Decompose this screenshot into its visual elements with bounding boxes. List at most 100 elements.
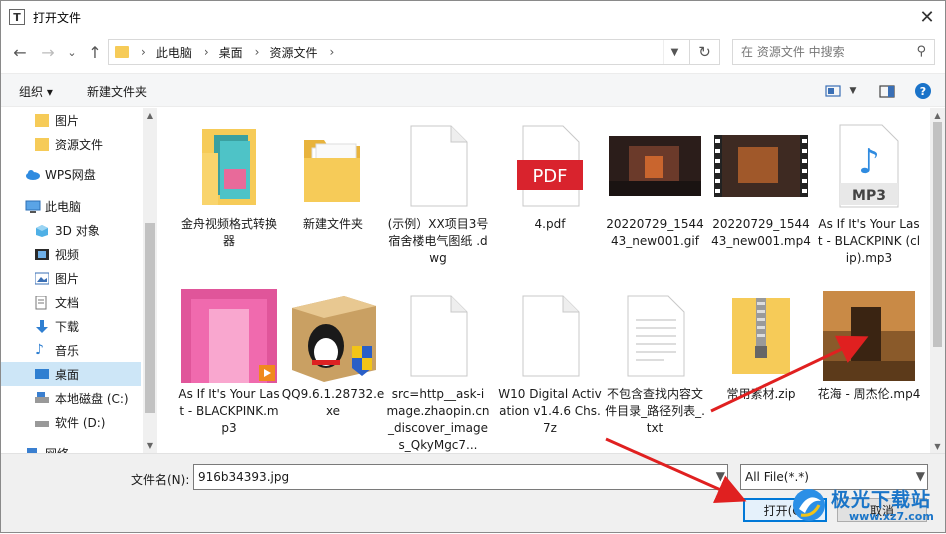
navigation-row: ← → ⌄ ↑ › 此电脑 › 桌面 › 资源文件 › ▼ ↻ ⚲ [1,35,945,69]
file-item[interactable]: 20220729_154443_new001.gif [603,116,707,256]
file-item[interactable]: 20220729_154443_new001.mp4 [709,116,813,256]
folder-icon [35,113,49,127]
qq-installer-icon [281,286,385,386]
sidebar-item-drive-d[interactable]: 软件 (D:) [1,410,141,434]
file-list-scrollbar[interactable]: ▲ ▼ [930,108,945,453]
app-icon: T [9,9,25,25]
chevron-right-icon: › [203,45,209,59]
file-item[interactable]: 不包含查找内容文件目录_路径列表_.txt [603,286,707,436]
back-button[interactable]: ← [9,40,31,64]
scroll-down-icon[interactable]: ▼ [930,439,945,453]
sidebar-item-label: 桌面 [55,367,80,382]
video-thumbnail [709,116,813,216]
image-thumbnail [177,286,281,386]
address-bar[interactable]: › 此电脑 › 桌面 › 资源文件 › ▼ ↻ [108,39,720,65]
scrollbar-thumb[interactable] [933,122,942,347]
file-item[interactable]: QQ9.6.1.28732.exe [281,286,385,426]
file-item[interactable]: 金舟视频格式转换器 [177,116,281,256]
file-item[interactable]: 新建文件夹 [281,116,385,256]
view-dropdown-icon[interactable]: ▼ [843,82,863,100]
sidebar-item-resources[interactable]: 资源文件 [1,132,141,156]
file-item[interactable]: As If It's Your Last - BLACKPINK.mp3 [177,286,281,453]
chevron-right-icon: › [329,45,335,59]
sidebar-item-3d-objects[interactable]: 3D 对象 [1,218,141,242]
file-item[interactable]: ♪ MP3 As If It's Your Last - BLACKPINK (… [817,116,921,286]
music-icon: ♪ [35,341,44,358]
blank-file-icon [386,286,490,386]
filename-input[interactable]: 916b34393.jpg ▼ [193,464,728,490]
file-name: 金舟视频格式转换器 [180,217,277,248]
chevron-right-icon: › [141,45,146,59]
sidebar-item-label: 视频 [55,247,80,262]
file-type-value: All File(*.*) [745,470,809,484]
new-folder-button[interactable]: 新建文件夹 [87,83,147,100]
scroll-up-icon[interactable]: ▲ [930,108,945,122]
download-icon [35,319,49,333]
command-toolbar: 组织 ▾ 新建文件夹 ▼ ? [1,73,945,107]
scroll-up-icon[interactable]: ▲ [143,108,157,122]
drive-icon [35,391,49,405]
sidebar-item-downloads[interactable]: 下载 [1,314,141,338]
dialog-title: 打开文件 [33,10,82,25]
chevron-down-icon[interactable]: ▼ [916,469,925,483]
forward-button[interactable]: → [37,40,59,64]
title-bar: T 打开文件 ✕ [1,1,945,33]
svg-text:?: ? [920,85,926,98]
up-button[interactable]: ↑ [84,40,106,64]
breadcrumb-this-pc[interactable]: 此电脑 [156,44,192,61]
sidebar-item-this-pc[interactable]: 此电脑 [1,194,141,218]
recent-dropdown-button[interactable]: ⌄ [61,40,83,64]
sidebar-item-desktop[interactable]: 桌面 [1,362,141,386]
organize-menu[interactable]: 组织 ▾ [19,83,53,100]
sidebar-item-pictures[interactable]: 图片 [1,266,141,290]
pdf-file-icon: PDF [498,116,602,216]
preview-pane-icon[interactable] [877,82,897,100]
file-item[interactable]: W10 Digital Activation v1.4.6 Chs.7z [498,286,602,436]
file-name: 花海 - 周杰伦.mp4 [817,387,921,401]
view-mode-icon[interactable] [823,82,843,100]
file-name: QQ9.6.1.28732.exe [281,387,385,418]
sidebar-item-label: 图片 [55,271,80,286]
filename-value: 916b34393.jpg [198,470,290,484]
sidebar-item-wps-cloud[interactable]: WPS网盘 [1,162,141,186]
file-item[interactable]: 常用素材.zip [709,286,813,426]
computer-icon [25,200,41,213]
search-icon[interactable]: ⚲ [916,44,926,59]
sidebar-item-drive-c[interactable]: 本地磁盘 (C:) [1,386,141,410]
file-item[interactable]: (示例）XX项目3号宿舍楼电气图纸 .dwg [386,116,490,266]
file-item[interactable]: PDF 4.pdf [498,116,602,256]
breadcrumb-desktop[interactable]: 桌面 [219,44,243,61]
file-name: 不包含查找内容文件目录_路径列表_.txt [605,387,705,435]
file-name: 新建文件夹 [302,217,363,231]
watermark-logo-icon [793,489,825,521]
refresh-button[interactable]: ↻ [689,40,719,64]
sidebar-item-music[interactable]: ♪ 音乐 [1,338,141,362]
navigation-scrollbar[interactable]: ▲ ▼ [143,108,157,453]
sidebar-item-documents[interactable]: 文档 [1,290,141,314]
file-item[interactable]: src=http__ask-image.zhaopin.cn_discover_… [386,286,490,453]
file-list: 金舟视频格式转换器 新建文件夹 (示例）XX项目3号宿舍楼电气图纸 .dwg P… [161,108,929,453]
svg-text:♪: ♪ [858,142,880,182]
folder-icon [115,46,129,58]
address-history-dropdown[interactable]: ▼ [663,40,685,64]
svg-text:MP3: MP3 [852,188,886,204]
sidebar-item-videos[interactable]: 视频 [1,242,141,266]
mp3-file-icon: ♪ MP3 [817,116,921,216]
file-name: (示例）XX项目3号宿舍楼电气图纸 .dwg [387,217,489,265]
search-input[interactable] [741,45,906,59]
file-name: 20220729_154443_new001.gif [606,217,704,248]
image-thumbnail [603,116,707,216]
open-file-dialog: T 打开文件 ✕ ← → ⌄ ↑ › 此电脑 › 桌面 › 资源文件 › ▼ ↻… [0,0,946,533]
scrollbar-thumb[interactable] [145,223,155,413]
chevron-down-icon[interactable]: ▼ [716,469,725,483]
sidebar-item-network[interactable]: 网络 [1,441,141,453]
help-icon[interactable]: ? [913,82,933,100]
file-name: W10 Digital Activation v1.4.6 Chs.7z [498,387,602,435]
search-box[interactable]: ⚲ [732,39,935,65]
breadcrumb-resources[interactable]: 资源文件 [269,44,317,61]
file-item[interactable]: 花海 - 周杰伦.mp4 [817,286,921,426]
scroll-down-icon[interactable]: ▼ [143,438,157,452]
blank-file-icon [498,286,602,386]
close-button[interactable]: ✕ [915,5,939,29]
sidebar-item-pictures-quick[interactable]: 图片 [1,108,141,132]
